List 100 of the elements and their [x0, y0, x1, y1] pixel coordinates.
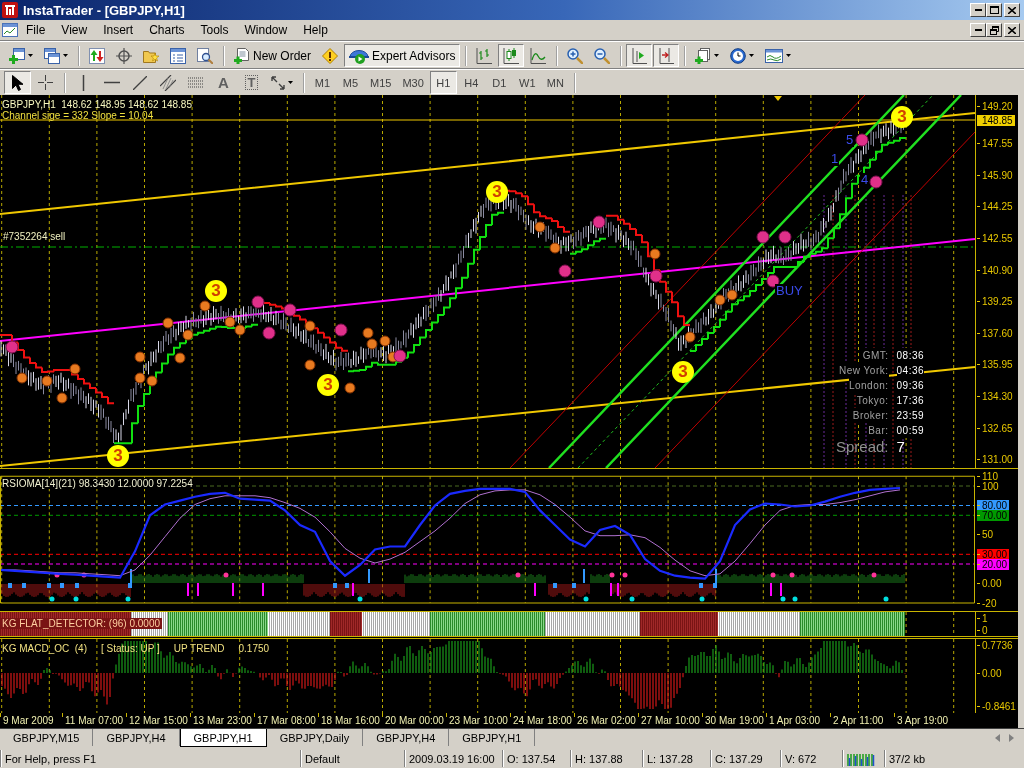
price-label: 149.20	[977, 100, 1015, 112]
close-button[interactable]	[1004, 23, 1020, 37]
folder-star-icon	[143, 48, 159, 63]
line-chart-icon	[530, 47, 547, 64]
maximize-button[interactable]	[986, 3, 1002, 17]
auto-scroll-button[interactable]	[626, 44, 653, 67]
time-label: 2 Apr 11:00	[830, 713, 894, 727]
time-label: 26 Mar 02:00	[574, 713, 638, 727]
timeframe-button[interactable]: MN	[541, 71, 569, 94]
clock-icon	[730, 47, 747, 64]
window-title: InstaTrader - [GBPJPY,H1]	[23, 2, 186, 18]
maximize-icon	[989, 6, 999, 14]
zoom-in-icon	[567, 47, 584, 64]
price-label: 145.90	[977, 169, 1015, 181]
caret-icon	[63, 54, 68, 57]
time-label: 11 Mar 07:00	[62, 713, 126, 727]
axis-label: 0.7736	[977, 639, 1015, 651]
status-text: [ Status: UP ]	[101, 643, 160, 654]
close-button[interactable]	[1004, 3, 1020, 17]
chart-tab[interactable]: GBPJPY,H4	[363, 729, 450, 746]
caret-icon	[786, 54, 792, 57]
scroll-left-icon[interactable]	[995, 733, 1000, 742]
axis-label: 70.00	[977, 509, 1010, 521]
timeframe-button[interactable]: D1	[485, 71, 513, 94]
axis-shift-icon	[658, 47, 675, 64]
timeframe-button[interactable]: M1	[309, 71, 336, 94]
cursor-button[interactable]	[4, 71, 31, 94]
indicator-window-icon	[765, 48, 784, 63]
volume-text: V: 672	[780, 750, 842, 767]
menu-item[interactable]: Tools	[192, 21, 237, 39]
close-price: C: 137.29	[710, 750, 780, 767]
timeframe-button[interactable]: H1	[429, 71, 457, 94]
candlestick-button[interactable]	[498, 44, 525, 67]
menu-item[interactable]: Charts	[141, 21, 193, 39]
timeframe-button[interactable]: M5	[337, 71, 364, 94]
caret-icon	[288, 81, 293, 84]
indicator-name: KG MACD_OC (4)	[2, 643, 87, 654]
target-icon	[116, 47, 132, 64]
restore-button[interactable]	[986, 23, 1002, 37]
dome-play-icon	[349, 47, 369, 64]
vertical-line-icon	[82, 74, 85, 91]
dotted-lines-icon	[187, 76, 204, 89]
menu-item[interactable]: Insert	[95, 21, 142, 39]
warning-icon	[322, 47, 338, 64]
new-order-button[interactable]: New Order	[229, 44, 316, 67]
page-plus-icon	[234, 47, 250, 64]
indicator-header: KG FLAT_DETECTOR: (96) 0.0000	[0, 618, 163, 629]
menu-item[interactable]: View	[53, 21, 96, 39]
chart-tab[interactable]: GBPJPY,H1	[449, 729, 536, 746]
chart-tab[interactable]: GBPJPY,H4	[93, 729, 180, 746]
price-label: 139.25	[977, 296, 1015, 308]
crosshair-icon	[38, 75, 53, 90]
axis-play-icon	[631, 47, 648, 64]
timeframe-button[interactable]: M15	[365, 71, 397, 94]
time-label: 17 Mar 08:00	[254, 713, 318, 727]
chart-shift-button[interactable]	[653, 44, 680, 67]
time-label: 20 Mar 00:00	[382, 713, 446, 727]
trend-text: UP TREND	[173, 643, 225, 654]
timeframe-button[interactable]: M30	[397, 71, 429, 94]
chart-tab[interactable]: GBPJPY,M15	[0, 729, 94, 746]
axis-label: 100	[977, 480, 1001, 492]
zoom-out-icon	[594, 47, 611, 64]
label-tool-button[interactable]: T	[238, 71, 265, 94]
help-text: For Help, press F1	[0, 750, 300, 767]
timeframe-button[interactable]: W1	[513, 71, 541, 94]
close-icon	[1008, 6, 1016, 14]
menu-item[interactable]: Help	[295, 21, 336, 39]
arrows-icon	[271, 75, 285, 90]
time-label: 24 Mar 18:00	[510, 713, 574, 727]
scroll-right-icon[interactable]	[1009, 733, 1014, 742]
price-label: 131.00	[977, 454, 1015, 466]
axis-label: 0.00	[977, 578, 1004, 589]
text-tool-button[interactable]: A	[210, 71, 237, 94]
timeframe-button[interactable]: H4	[457, 71, 485, 94]
minimize-button[interactable]	[970, 23, 986, 37]
time-label: 27 Mar 10:00	[638, 713, 702, 727]
app-logo-icon	[2, 2, 18, 18]
axis-label: 50	[977, 529, 996, 541]
caret-icon	[714, 54, 720, 57]
time-label: 12 Mar 15:00	[126, 713, 190, 727]
menu-item[interactable]: Window	[236, 21, 296, 39]
diagonal-line-icon	[132, 75, 147, 90]
axis-label: 30.00	[977, 548, 1010, 560]
price-label: 135.95	[977, 359, 1015, 371]
time-label: 18 Mar 16:00	[318, 713, 382, 727]
time-label: 1 Apr 03:00	[766, 713, 830, 727]
chart-tab[interactable]: GBPJPY,H1	[179, 729, 267, 747]
axis-label: 110	[977, 471, 1000, 482]
windows-icon	[44, 47, 60, 64]
price-label: 132.65	[977, 422, 1015, 434]
minimize-button[interactable]	[970, 3, 986, 17]
expert-advisors-button[interactable]: Expert Advisors	[344, 44, 461, 67]
chart-plus-icon	[9, 47, 25, 64]
menu-item[interactable]: File	[18, 21, 54, 39]
chart-tab[interactable]: GBPJPY,Daily	[266, 729, 364, 746]
chart-window-icon	[2, 23, 18, 37]
time-label: 9 Mar 2009	[0, 713, 62, 727]
close-icon	[1008, 26, 1016, 34]
bar-chart-icon	[476, 47, 493, 64]
time-label: 13 Mar 23:00	[190, 713, 254, 727]
